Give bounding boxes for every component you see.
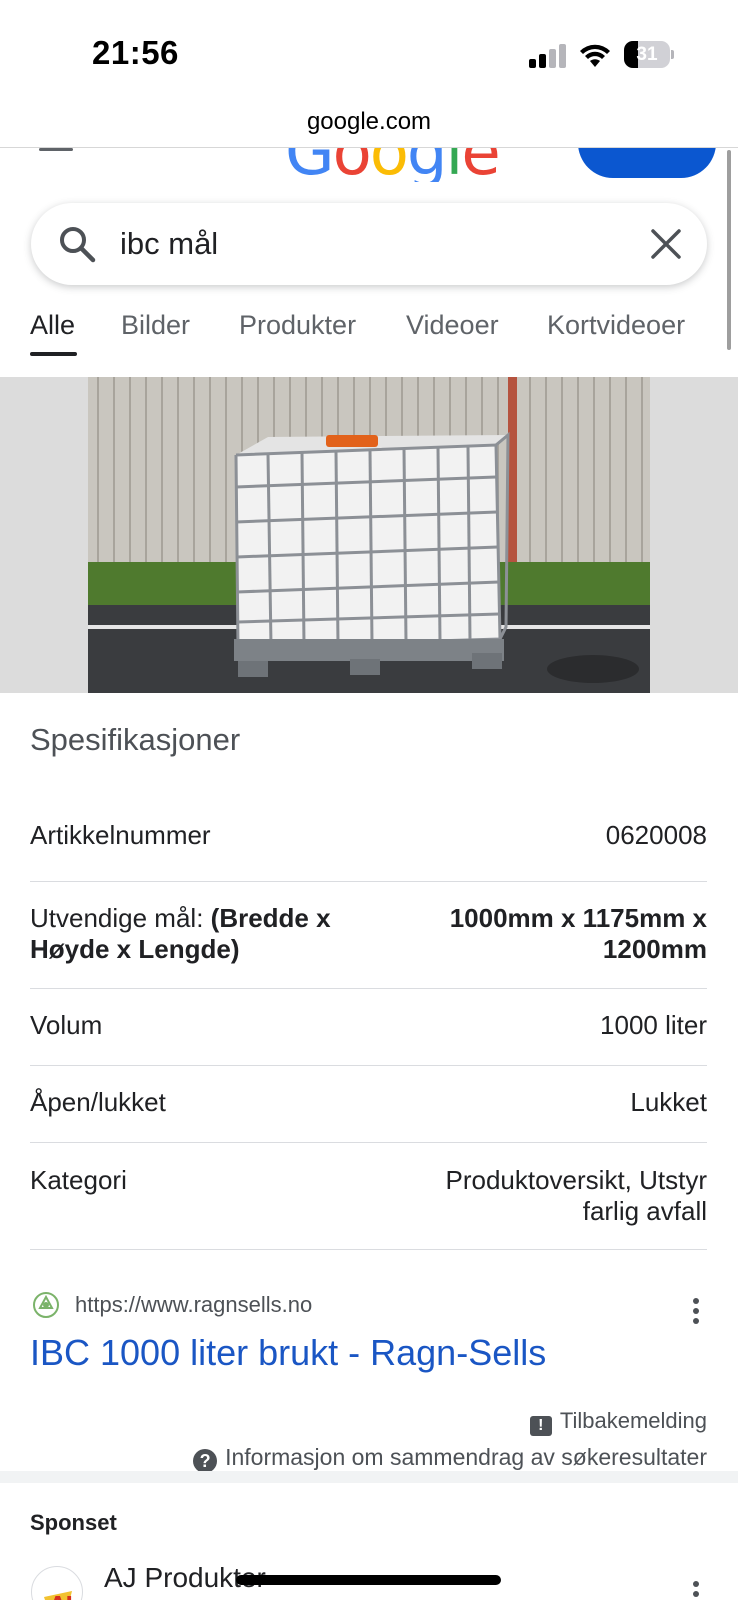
spec-key: Utvendige mål: (Bredde x Høyde x Lengde) <box>30 903 331 964</box>
home-indicator[interactable] <box>236 1575 501 1585</box>
active-tab-indicator <box>30 352 77 356</box>
tab-alle[interactable]: Alle <box>30 310 75 341</box>
ibc-tank-image[interactable] <box>88 377 650 693</box>
menu-icon[interactable] <box>39 148 73 151</box>
svg-text:AJ: AJ <box>50 1592 73 1600</box>
address-bar[interactable]: google.com <box>0 104 738 148</box>
tab-produkter[interactable]: Produkter <box>239 310 356 341</box>
spec-value: 1000mm x 1175mm x 1200mm <box>449 903 707 964</box>
search-input[interactable]: ibc mål <box>120 203 218 285</box>
feedback-link[interactable]: ! Tilbakemelding <box>529 1408 707 1436</box>
divider <box>30 881 707 882</box>
divider <box>30 1142 707 1143</box>
battery-level: 31 <box>636 44 658 65</box>
about-snippets-link[interactable]: ? Informasjon om sammendrag av søkeresult… <box>193 1444 707 1471</box>
search-tabs: Alle Bilder Produkter Videoer Kortvideoe… <box>0 310 738 360</box>
clock: 21:56 <box>92 34 179 71</box>
spec-key: Volum <box>30 1010 103 1040</box>
product-image-container[interactable] <box>0 377 738 693</box>
divider <box>30 988 707 989</box>
google-logo[interactable]: Google <box>285 148 501 182</box>
spec-value: Lukket <box>630 1087 707 1117</box>
clear-icon[interactable] <box>648 226 684 262</box>
search-box[interactable]: ibc mål <box>31 203 707 285</box>
search-icon[interactable] <box>57 224 97 264</box>
spec-value: 1000 liter <box>600 1010 707 1040</box>
divider <box>30 1249 707 1250</box>
section-separator <box>0 1471 738 1483</box>
spec-key: Kategori <box>30 1165 127 1195</box>
tab-kortvideoer[interactable]: Kortvideoer <box>547 310 685 341</box>
status-bar: 21:56 31 <box>0 0 738 108</box>
result-url[interactable]: https://www.ragnsells.no <box>75 1292 312 1318</box>
spec-value: 0620008 <box>605 820 707 850</box>
google-header: Google <box>0 148 738 182</box>
spec-value: Produktoversikt, Utstyr farlig avfall <box>445 1165 707 1226</box>
result-title-link[interactable]: IBC 1000 liter brukt - Ragn-Sells <box>30 1332 546 1374</box>
sponsored-label: Sponset <box>30 1510 117 1535</box>
help-icon: ? <box>193 1449 218 1471</box>
divider <box>30 1065 707 1066</box>
feedback-icon: ! <box>529 1416 552 1436</box>
spec-key: Artikkelnummer <box>30 820 211 850</box>
specifications-heading: Spesifikasjoner <box>30 722 241 757</box>
ad-more-options-icon[interactable] <box>690 1580 702 1600</box>
spec-key: Åpen/lukket <box>30 1087 166 1117</box>
more-options-icon[interactable] <box>690 1297 702 1327</box>
battery-icon: 31 <box>624 41 674 68</box>
advertiser-logo[interactable]: AJ <box>31 1566 83 1600</box>
wifi-icon <box>580 44 610 67</box>
tab-videoer[interactable]: Videoer <box>406 310 499 341</box>
cellular-signal-icon <box>529 44 567 68</box>
ragnsells-favicon-icon[interactable] <box>31 1290 61 1320</box>
sign-in-button[interactable] <box>578 148 716 178</box>
tab-bilder[interactable]: Bilder <box>121 310 190 341</box>
